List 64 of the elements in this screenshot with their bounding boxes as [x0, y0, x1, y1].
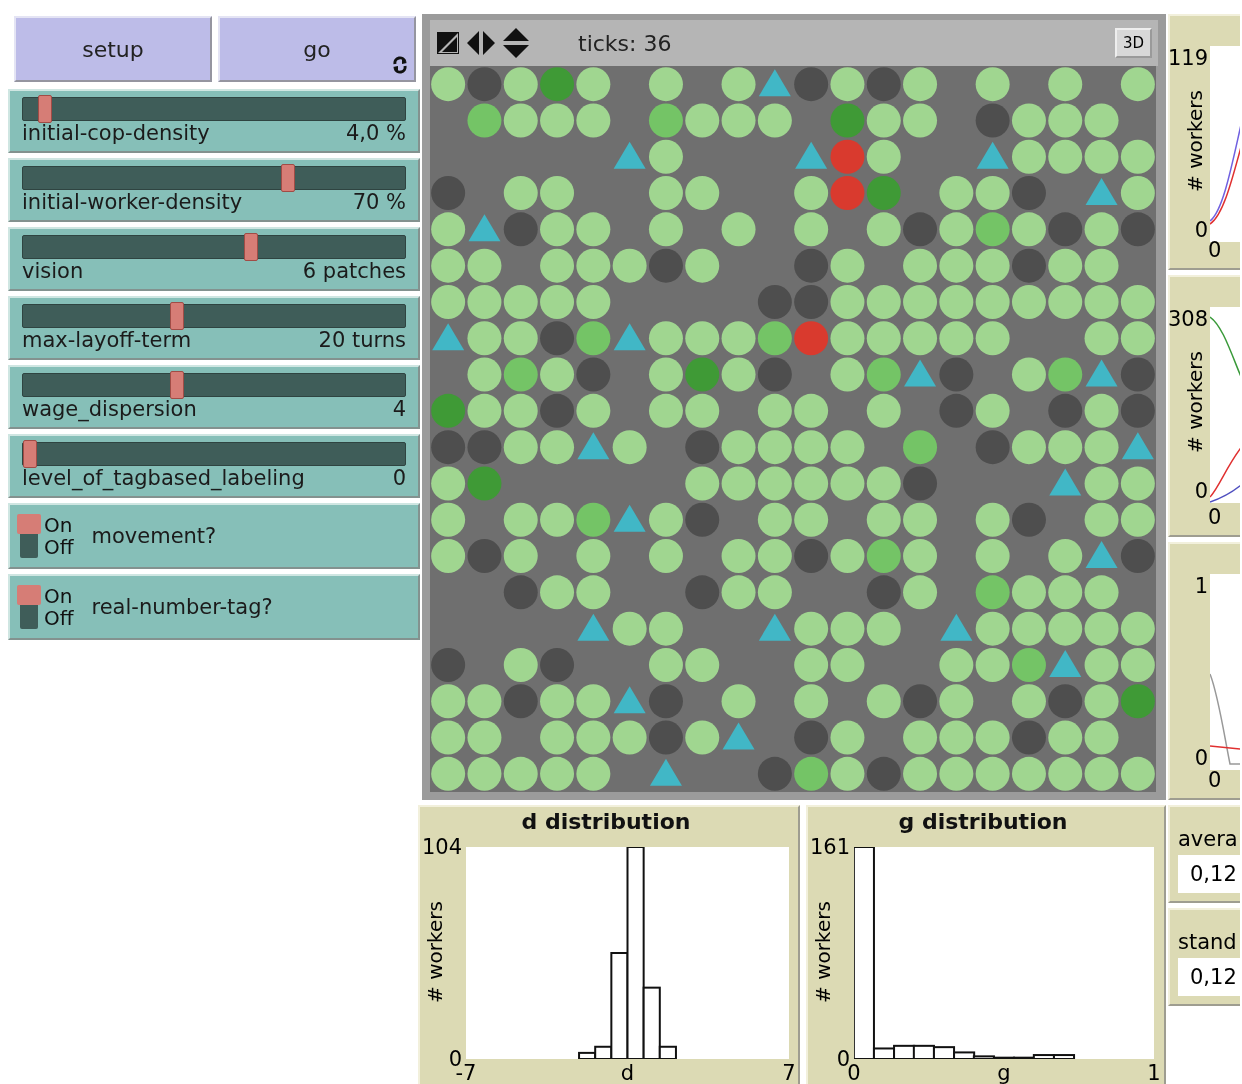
slider-value: 70 % — [352, 190, 406, 214]
slider-label: initial-worker-density — [22, 190, 243, 214]
slider-value: 4 — [392, 397, 406, 421]
plot-title: d distribution — [520, 809, 692, 835]
switch-label: real-number-tag? — [91, 595, 273, 619]
slider-track[interactable] — [22, 166, 406, 190]
ticks-counter: ticks: 36 — [578, 30, 673, 56]
y-axis-min: 0 — [1194, 746, 1208, 770]
y-axis-max: 308 — [1168, 307, 1208, 331]
off-label: Off — [44, 536, 74, 558]
x-axis-min: 0 — [1208, 238, 1222, 262]
slider-thumb[interactable] — [23, 440, 37, 468]
slider-value: 6 patches — [302, 259, 406, 283]
slider-thumb[interactable] — [243, 233, 258, 261]
x-axis-max: 1 — [1147, 1061, 1161, 1084]
x-axis-max: 7 — [782, 1061, 796, 1084]
slider-label: vision — [22, 259, 84, 283]
slider-track[interactable] — [22, 373, 406, 397]
monitor-value: 0,12 — [1178, 958, 1240, 996]
y-axis-label: # workers — [425, 901, 445, 1003]
y-axis-label: # workers — [813, 901, 833, 1003]
slider-label: level_of_tagbased_labeling — [22, 466, 305, 490]
resize-icon[interactable] — [436, 31, 460, 55]
x-axis-label: d — [620, 1061, 635, 1084]
y-axis-label: # workers — [1185, 351, 1205, 453]
slider-thumb[interactable] — [280, 164, 295, 192]
slider-value: 20 turns — [318, 328, 406, 352]
monitor-label: stand — [1178, 930, 1237, 954]
slider-track[interactable] — [22, 235, 406, 259]
slider-value: 4,0 % — [345, 121, 406, 145]
off-label: Off — [44, 607, 74, 629]
on-label: On — [44, 585, 74, 607]
slider-label: max-layoff-term — [22, 328, 192, 352]
on-label: On — [44, 514, 74, 536]
slider-track[interactable] — [22, 442, 406, 466]
toggle-switch[interactable] — [20, 585, 38, 629]
monitor-label: avera — [1178, 827, 1238, 851]
y-axis-max: 161 — [809, 836, 850, 858]
slider-label: initial-cop-density — [22, 121, 210, 145]
monitor-value: 0,12 — [1178, 855, 1240, 893]
slider-thumb[interactable] — [37, 95, 52, 123]
y-axis-max: 104 — [421, 836, 462, 858]
plot-title: g distribution — [897, 809, 1069, 835]
command-button[interactable]: setup — [14, 16, 212, 82]
slider-value: 0 — [392, 466, 406, 490]
y-axis-max: 119 — [1168, 46, 1208, 70]
y-axis-min: 0 — [1194, 218, 1208, 242]
y-axis-min: 0 — [1194, 479, 1208, 503]
command-button[interactable]: go — [218, 16, 416, 82]
x-axis-min: 0 — [1208, 505, 1222, 529]
3d-button[interactable]: 3D — [1114, 28, 1152, 58]
up-down-arrows-icon[interactable] — [502, 27, 530, 59]
y-axis-max: 1 — [1194, 574, 1208, 598]
x-axis-min: 0 — [1208, 768, 1222, 792]
slider-track[interactable] — [22, 304, 406, 328]
x-axis-label: g — [997, 1061, 1011, 1084]
y-axis-label: # workers — [1185, 90, 1205, 192]
slider-thumb[interactable] — [170, 302, 185, 330]
switch-label: movement? — [91, 524, 217, 548]
toggle-switch[interactable] — [20, 514, 38, 558]
left-right-arrows-icon[interactable] — [466, 29, 496, 57]
slider-label: wage_dispersion — [22, 397, 197, 421]
slider-track[interactable] — [22, 97, 406, 121]
slider-thumb[interactable] — [170, 371, 185, 399]
